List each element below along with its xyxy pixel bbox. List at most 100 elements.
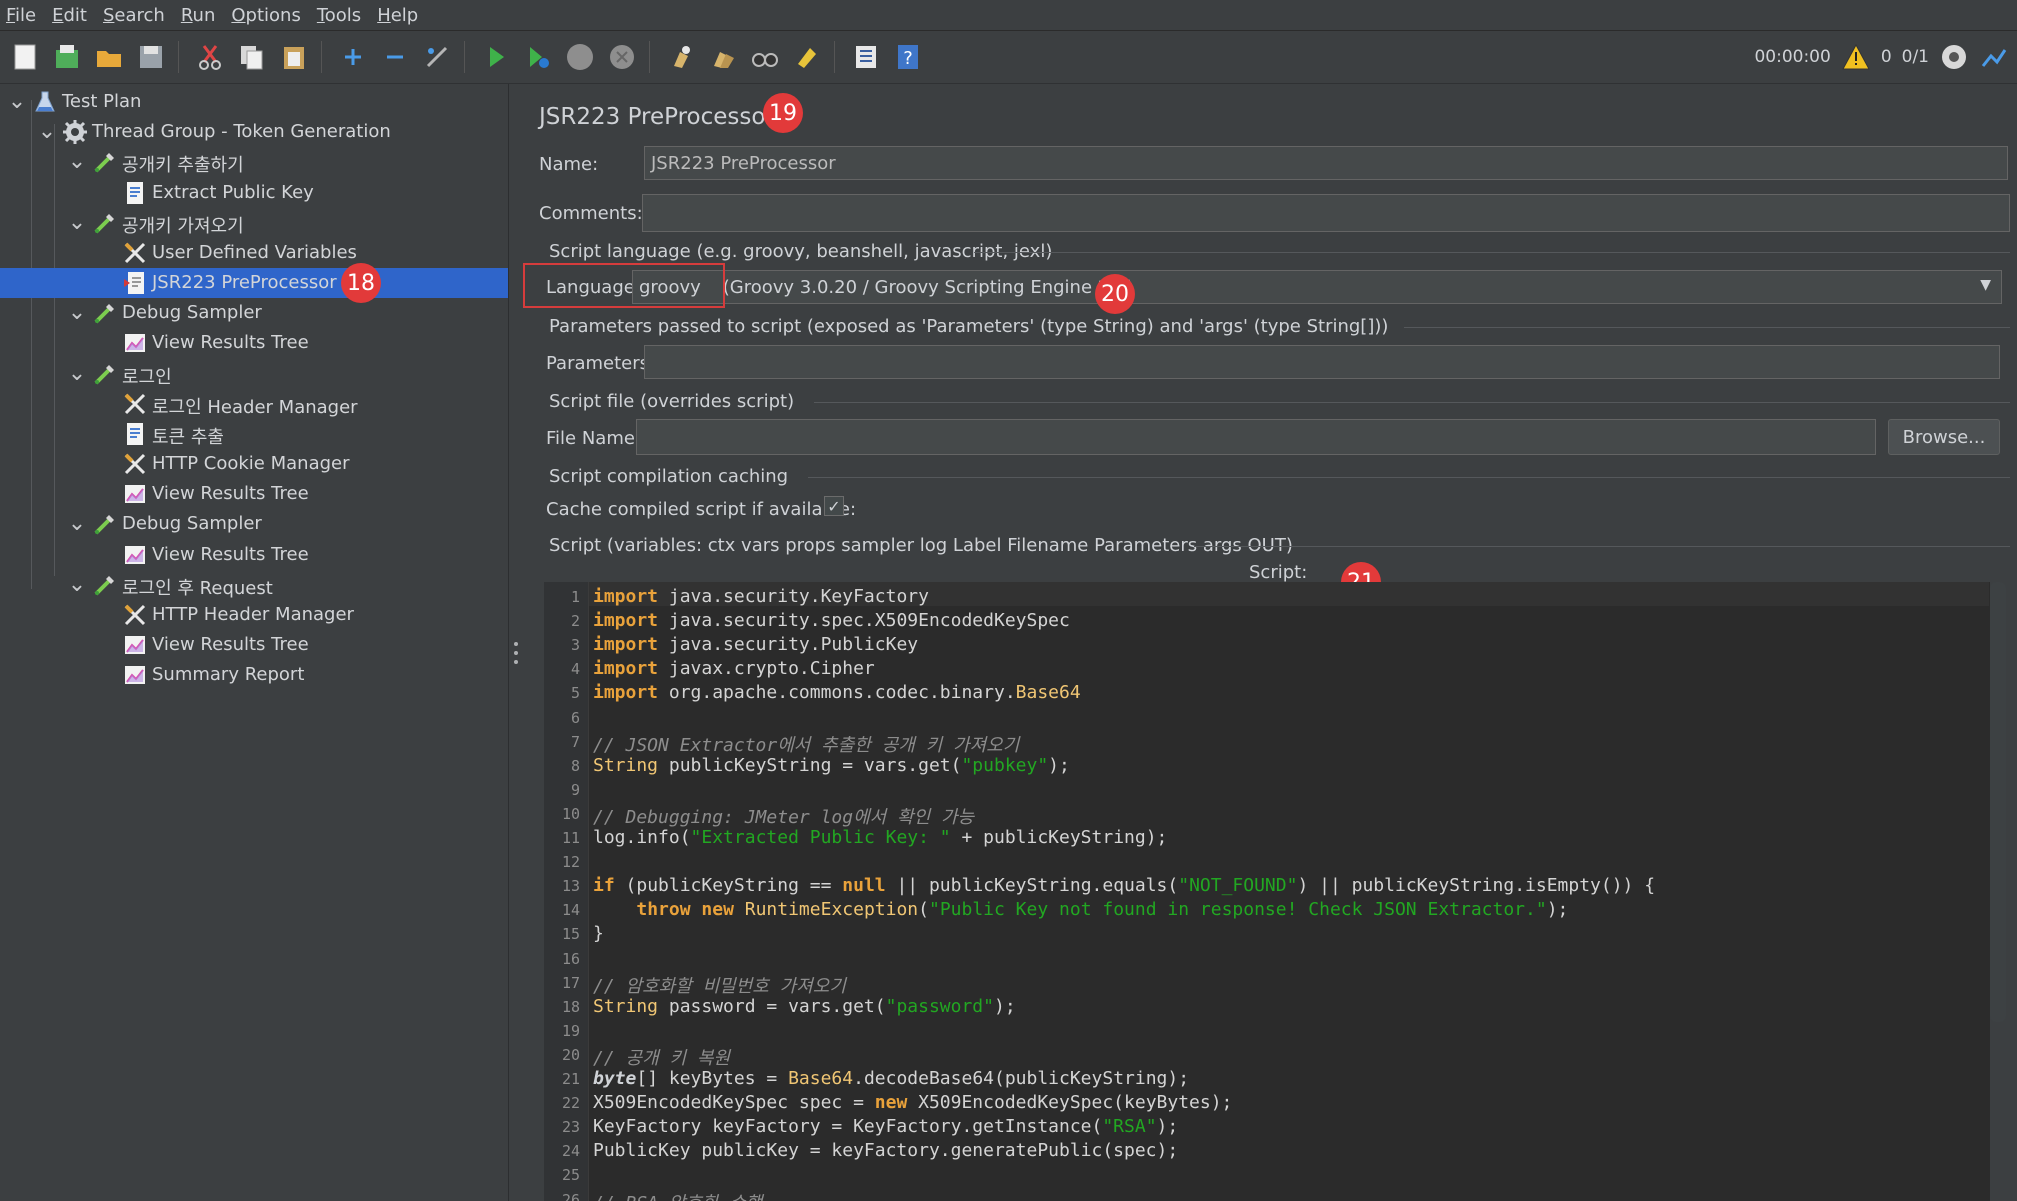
new-button[interactable]: [8, 40, 42, 74]
toggle-icon: [426, 46, 448, 68]
menu-help[interactable]: Help: [371, 5, 428, 26]
tree-node[interactable]: ⌄ Debug Sampler: [0, 298, 508, 328]
save-button[interactable]: [134, 40, 168, 74]
tree-node[interactable]: View Results Tree: [0, 479, 508, 509]
script-label: Script:: [1249, 562, 1308, 583]
tree-node-label: View Results Tree: [152, 332, 309, 354]
cache-checkbox[interactable]: ✓: [824, 496, 844, 516]
templates-button[interactable]: [50, 40, 84, 74]
chevron-down-icon[interactable]: ⌄: [8, 91, 26, 113]
clear-all-button[interactable]: [706, 40, 740, 74]
tree-node-label: 토큰 추출: [152, 426, 224, 448]
function-helper-button[interactable]: [849, 40, 883, 74]
menu-run[interactable]: Run: [175, 5, 226, 26]
toolbar-separator: [834, 41, 835, 73]
elapsed-time: 00:00:00: [1754, 47, 1831, 67]
parameters-input[interactable]: [644, 345, 2000, 379]
tree-node-label: Extract Public Key: [152, 181, 314, 203]
menu-options[interactable]: Options: [225, 5, 310, 26]
tree-node-label: 공개키 가져오기: [122, 215, 244, 237]
name-input[interactable]: JSR223 PreProcessor: [644, 146, 2008, 180]
tree-node[interactable]: User Defined Variables: [0, 238, 508, 268]
tree-node[interactable]: ⌄ 로그인 후 Request: [0, 570, 508, 600]
chevron-down-icon[interactable]: ⌄: [68, 362, 86, 384]
cut-button[interactable]: [193, 40, 227, 74]
open-button[interactable]: [92, 40, 126, 74]
code-line: // 공개 키 복원: [593, 1047, 730, 1069]
tree-node-label: Thread Group - Token Generation: [92, 121, 391, 143]
warning-count: 0: [1880, 47, 1892, 67]
menu-file[interactable]: File: [0, 5, 46, 26]
expand-button[interactable]: [336, 40, 370, 74]
menu-tools[interactable]: Tools: [311, 5, 371, 26]
code-line: import org.apache.commons.codec.binary.B…: [593, 682, 1081, 704]
language-select[interactable]: groovy (Groovy 3.0.20 / Groovy Scripting…: [632, 270, 2002, 304]
code-line: import java.security.PublicKey: [593, 634, 919, 656]
reset-search-button[interactable]: [790, 40, 824, 74]
toggle-button[interactable]: [420, 40, 454, 74]
code-line: throw new RuntimeException("Public Key n…: [636, 899, 1569, 921]
tree-node[interactable]: ⌄ Thread Group - Token Generation: [0, 117, 508, 147]
toolbar-separator: [464, 41, 465, 73]
chevron-down-icon[interactable]: ⌄: [68, 211, 86, 233]
tree-node[interactable]: View Results Tree: [0, 540, 508, 570]
panel-splitter[interactable]: [508, 84, 525, 1201]
tree-node[interactable]: Summary Report: [0, 660, 508, 690]
tree-node[interactable]: View Results Tree: [0, 328, 508, 358]
tree-node[interactable]: View Results Tree: [0, 630, 508, 660]
line-number-gutter: 1 2 3 4 5 6 7 8 9 10 11 12 13 14 15 16 17 18 19 20 21 22 23 24 2…: [544, 582, 589, 1201]
chevron-down-icon[interactable]: ⌄: [68, 302, 86, 324]
code-line: KeyFactory keyFactory = KeyFactory.getIn…: [593, 1116, 1179, 1138]
tree-node[interactable]: Extract Public Key: [0, 178, 508, 208]
log-viewer-icon[interactable]: [1979, 42, 2009, 72]
tree-node[interactable]: 로그인 Header Manager: [0, 389, 508, 419]
tree-node-label: Summary Report: [152, 664, 305, 686]
chevron-down-icon[interactable]: ⌄: [68, 573, 86, 595]
gear-icon: [62, 119, 88, 145]
tree-node[interactable]: HTTP Cookie Manager: [0, 449, 508, 479]
stop-button[interactable]: [563, 40, 597, 74]
code-line: import java.security.KeyFactory: [593, 586, 929, 607]
name-label: Name:: [539, 154, 599, 175]
menu-bar: File Edit Search Run Options Tools Help: [0, 0, 2017, 31]
warning-icon[interactable]: [1841, 43, 1871, 71]
comments-input[interactable]: [642, 194, 2010, 232]
tree-node[interactable]: ⌄ 공개키 가져오기: [0, 208, 508, 238]
menu-search[interactable]: Search: [97, 5, 175, 26]
plus-icon: [345, 49, 361, 65]
collapse-button[interactable]: [378, 40, 412, 74]
start-button[interactable]: [479, 40, 513, 74]
line-number: 4: [570, 660, 580, 679]
tree-node[interactable]: JSR223 PreProcessor 18: [0, 263, 508, 304]
tree-node-label: 로그인: [122, 366, 172, 388]
code-line: byte[] keyBytes = Base64.decodeBase64(pu…: [593, 1068, 1190, 1089]
chevron-down-icon[interactable]: ⌄: [38, 121, 56, 143]
code-line: import java.security.spec.X509EncodedKey…: [593, 610, 1070, 632]
chevron-down-icon[interactable]: ⌄: [68, 513, 86, 535]
chevron-down-icon[interactable]: ⌄: [68, 151, 86, 173]
clear-button[interactable]: [664, 40, 698, 74]
language-engine: (Groovy 3.0.20 / Groovy Scripting Engine…: [722, 276, 1134, 298]
tree-node[interactable]: ⌄ 공개키 추출하기: [0, 147, 508, 177]
start-no-pauses-button[interactable]: [521, 40, 555, 74]
tree-node[interactable]: ⌄ Debug Sampler: [0, 509, 508, 539]
browse-button[interactable]: Browse...: [1888, 419, 2000, 455]
help-button[interactable]: ?: [891, 40, 925, 74]
badge-20: 20: [1095, 274, 1135, 314]
code-line: // RSA 암호화 수행: [593, 1189, 763, 1201]
tree-node[interactable]: HTTP Header Manager: [0, 600, 508, 630]
shutdown-button[interactable]: [605, 40, 639, 74]
tree-node[interactable]: ⌄ 로그인: [0, 359, 508, 389]
paste-button[interactable]: [277, 40, 311, 74]
file-name-input[interactable]: [636, 419, 1876, 455]
script-editor[interactable]: 1 2 3 4 5 6 7 8 9 10 11 12 13 14 15 16 17 18 19 20 21 22 23 24 2…: [544, 582, 1990, 1201]
tree-node[interactable]: ⌄ Test Plan: [0, 87, 508, 117]
highlight-box: [523, 263, 725, 308]
remote-icon[interactable]: [1939, 42, 1969, 72]
tree-node[interactable]: 토큰 추출: [0, 419, 508, 449]
copy-button[interactable]: [235, 40, 269, 74]
menu-edit[interactable]: Edit: [46, 5, 97, 26]
editor-scrollbar[interactable]: [1990, 582, 2006, 1022]
search-button[interactable]: [748, 40, 782, 74]
new-file-icon: [14, 44, 36, 70]
